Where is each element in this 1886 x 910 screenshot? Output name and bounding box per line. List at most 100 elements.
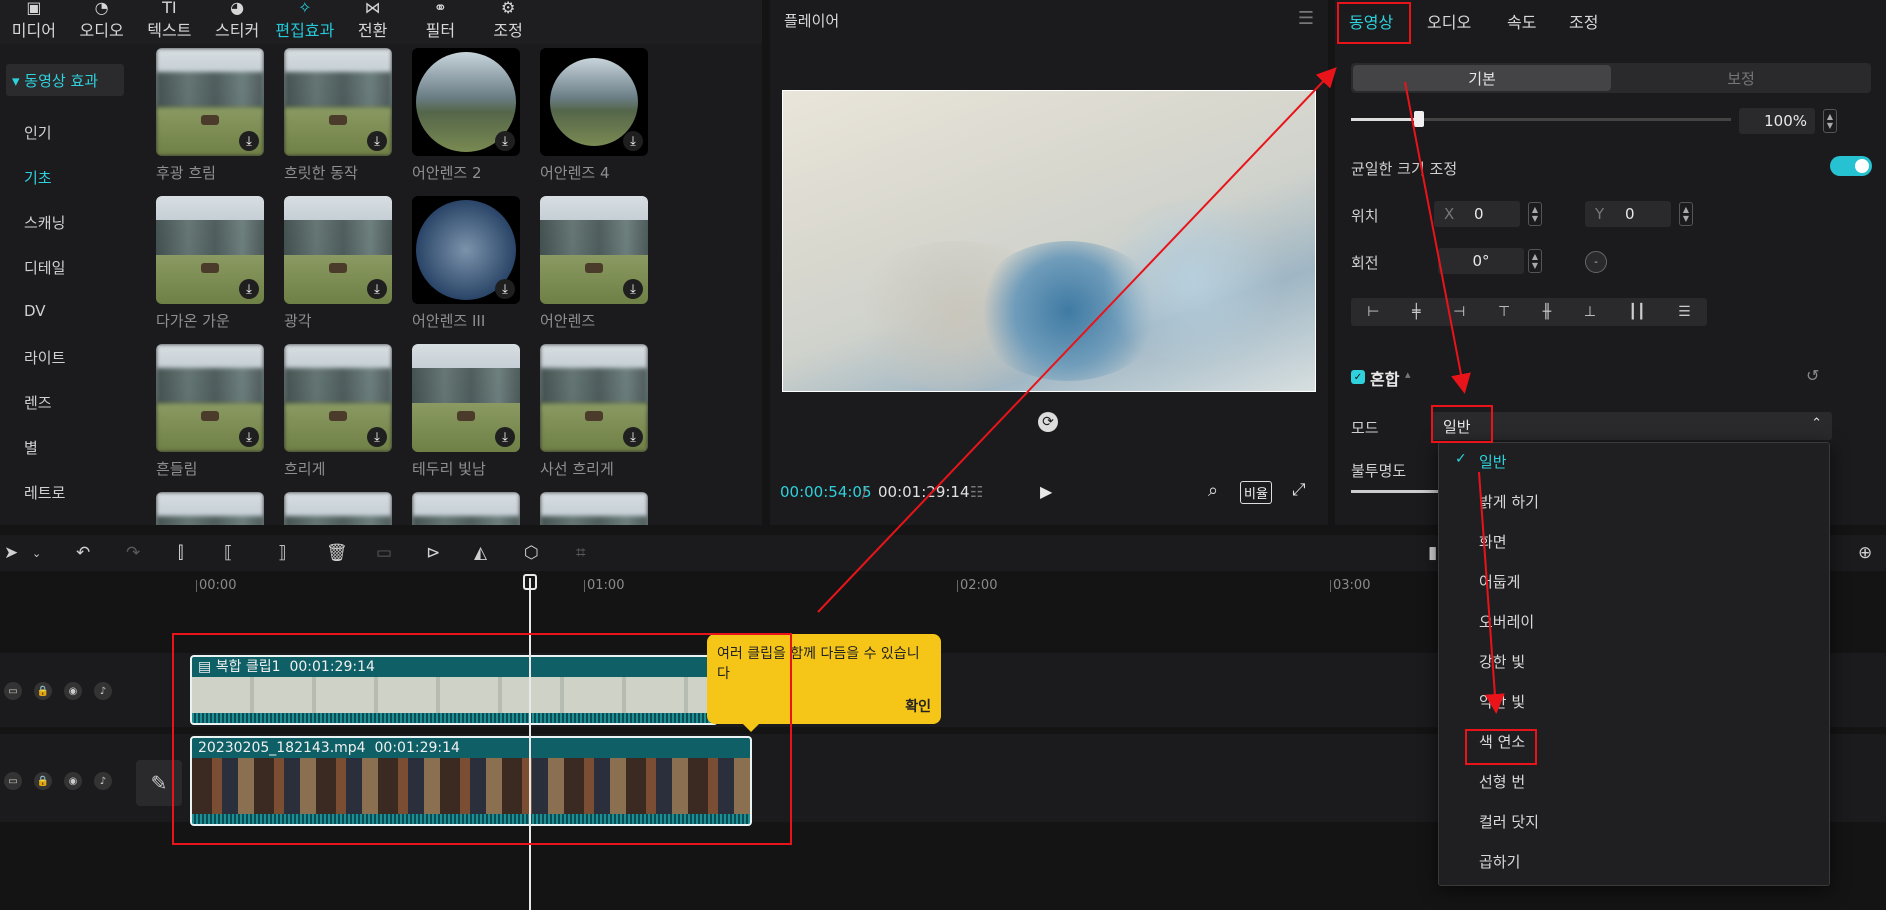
position-y-input[interactable]: Y 0: [1585, 201, 1671, 227]
blend-checkbox[interactable]: ✓: [1351, 370, 1365, 384]
download-icon[interactable]: ⤓: [623, 131, 643, 151]
split-right-icon[interactable]: ⟧: [278, 543, 286, 563]
rotation-stepper[interactable]: ▲ ▼: [1528, 249, 1542, 273]
delete-icon[interactable]: 🗑: [326, 543, 348, 563]
blend-mode-option[interactable]: 밝게 하기: [1479, 491, 1539, 512]
download-icon[interactable]: ⤓: [239, 131, 259, 151]
toolbar-tab-3[interactable]: TI 텍스트: [136, 0, 204, 44]
collapse-caret-icon[interactable]: ▴: [1405, 368, 1411, 381]
effect-item[interactable]: ⤓ 사선 흐리게: [540, 344, 648, 479]
position-x-input[interactable]: X 0: [1434, 201, 1520, 227]
download-icon[interactable]: ⤓: [367, 427, 387, 447]
sidebar-category[interactable]: 디테일: [24, 257, 65, 278]
effect-item[interactable]: ⤓ 광각: [284, 196, 392, 331]
speaker-icon[interactable]: ♪: [94, 772, 112, 790]
toolbar-tab-4[interactable]: ◕ 스티커: [203, 0, 271, 44]
zoom-fit-icon[interactable]: ⌕: [1208, 480, 1218, 501]
effect-item[interactable]: ⤓ 후광 흐림: [156, 48, 264, 183]
download-icon[interactable]: ⤓: [623, 427, 643, 447]
blend-mode-option[interactable]: 강한 빛: [1479, 651, 1525, 672]
align-top-icon[interactable]: ⊤: [1498, 304, 1510, 320]
microphone-icon[interactable]: ▮: [1428, 543, 1437, 563]
toolbar-tab-7[interactable]: ⚭ 필터: [407, 0, 475, 44]
lock-icon[interactable]: 🔒: [34, 772, 52, 790]
eye-icon[interactable]: ◉: [64, 682, 82, 700]
download-icon[interactable]: ⤓: [239, 279, 259, 299]
align-bottom-icon[interactable]: ⊥: [1584, 304, 1596, 320]
sidebar-category[interactable]: 레트로: [24, 482, 65, 503]
select-pointer-icon[interactable]: ➤: [4, 543, 18, 563]
download-icon[interactable]: ⤓: [495, 279, 515, 299]
segment-basic[interactable]: 기본: [1353, 65, 1611, 91]
properties-tab-2[interactable]: 오디오: [1427, 9, 1471, 33]
download-icon[interactable]: ⤓: [239, 427, 259, 447]
fullscreen-icon[interactable]: ⤢: [1292, 480, 1306, 500]
download-icon[interactable]: ⤓: [367, 131, 387, 151]
effect-item[interactable]: ⤓ 다가온 가운: [156, 196, 264, 331]
segment-adjust[interactable]: 보정: [1613, 65, 1869, 91]
toolbar-tab-2[interactable]: ◔ 오디오: [68, 0, 136, 44]
properties-tab-1[interactable]: 동영상: [1349, 9, 1393, 33]
effect-item[interactable]: [540, 492, 648, 525]
scale-input[interactable]: 100%: [1739, 108, 1815, 134]
toolbar-tab-8[interactable]: ⚙ 조정: [474, 0, 542, 44]
effect-item[interactable]: ⤓ 어안렌즈 4: [540, 48, 648, 183]
eye-icon[interactable]: ◉: [64, 772, 82, 790]
download-icon[interactable]: ⤓: [495, 131, 515, 151]
properties-tab-4[interactable]: 조정: [1569, 9, 1598, 33]
chevron-down-icon[interactable]: ⌄: [32, 547, 41, 560]
properties-tab-3[interactable]: 속도: [1507, 9, 1536, 33]
effect-item[interactable]: ⤓ 흔들림: [156, 344, 264, 479]
speaker-icon[interactable]: ♪: [94, 682, 112, 700]
effect-item[interactable]: ⤓ 흐릿한 동작: [284, 48, 392, 183]
toolbar-tab-6[interactable]: ⋈ 전환: [339, 0, 407, 44]
undo-icon[interactable]: ↶: [76, 543, 90, 563]
play-icon[interactable]: ▶: [1040, 482, 1052, 501]
reverse-play-icon[interactable]: ⊳: [426, 543, 440, 563]
blend-mode-option[interactable]: 화면: [1479, 531, 1507, 552]
effect-item[interactable]: [412, 492, 520, 525]
mirror-icon[interactable]: ◭: [474, 543, 487, 563]
download-icon[interactable]: ⤓: [367, 279, 387, 299]
effect-item[interactable]: ⤓ 어안렌즈: [540, 196, 648, 331]
align-left-icon[interactable]: ⊢: [1367, 304, 1379, 320]
lock-icon[interactable]: 🔒: [34, 682, 52, 700]
zoom-in-icon[interactable]: ⊕: [1858, 543, 1872, 563]
blend-mode-option[interactable]: 일반: [1479, 451, 1507, 472]
distribute-v-icon[interactable]: ☰: [1678, 304, 1691, 320]
toolbar-tab-5[interactable]: ✧ 편집효과: [271, 0, 339, 44]
download-icon[interactable]: ⤓: [495, 427, 515, 447]
blend-mode-option[interactable]: 선형 번: [1479, 771, 1525, 792]
effect-item[interactable]: ⤓ 테두리 빛남: [412, 344, 520, 479]
effect-item[interactable]: [156, 492, 264, 525]
toolbar-tab-1[interactable]: ▣ 미디어: [0, 0, 68, 44]
rotation-dial[interactable]: -: [1585, 251, 1607, 273]
blend-mode-option[interactable]: 약한 빛: [1479, 691, 1525, 712]
split-left-icon[interactable]: ⟦: [224, 543, 232, 563]
opacity-slider[interactable]: [1351, 490, 1451, 493]
scale-slider[interactable]: [1351, 118, 1731, 121]
sidebar-category[interactable]: 라이트: [24, 347, 65, 368]
ratio-button[interactable]: 비율: [1240, 481, 1272, 504]
sidebar-category[interactable]: 기초: [24, 167, 52, 188]
uniform-scale-toggle[interactable]: [1830, 156, 1872, 176]
compound-clip[interactable]: ▤ 복합 클립1 00:01:29:14: [190, 655, 718, 725]
timecode-list-icon[interactable]: ☷: [970, 483, 983, 501]
align-middle-v-icon[interactable]: ╫: [1543, 304, 1551, 320]
blend-mode-option[interactable]: 컬러 닷지: [1479, 811, 1539, 832]
effect-item[interactable]: ⤓ 어안렌즈 III: [412, 196, 520, 331]
effect-item[interactable]: ⤓ 어안렌즈 2: [412, 48, 520, 183]
rotation-input[interactable]: 0°: [1438, 248, 1524, 274]
rotate-reset-icon[interactable]: ⟳: [1038, 412, 1058, 432]
sidebar-category[interactable]: 스캐닝: [24, 212, 65, 233]
blend-mode-option[interactable]: 오버레이: [1479, 611, 1534, 632]
position-y-stepper[interactable]: ▲ ▼: [1679, 202, 1693, 226]
blend-mode-option[interactable]: 색 연소: [1479, 731, 1525, 752]
sidebar-category[interactable]: DV: [24, 302, 46, 320]
scale-slider-handle[interactable]: [1414, 111, 1425, 127]
effect-item[interactable]: [284, 492, 392, 525]
blend-mode-option[interactable]: 곱하기: [1479, 851, 1520, 872]
rotate-icon[interactable]: ⬡: [524, 543, 539, 563]
download-icon[interactable]: ⤓: [623, 279, 643, 299]
video-clip[interactable]: 20230205_182143.mp4 00:01:29:14: [190, 736, 752, 826]
